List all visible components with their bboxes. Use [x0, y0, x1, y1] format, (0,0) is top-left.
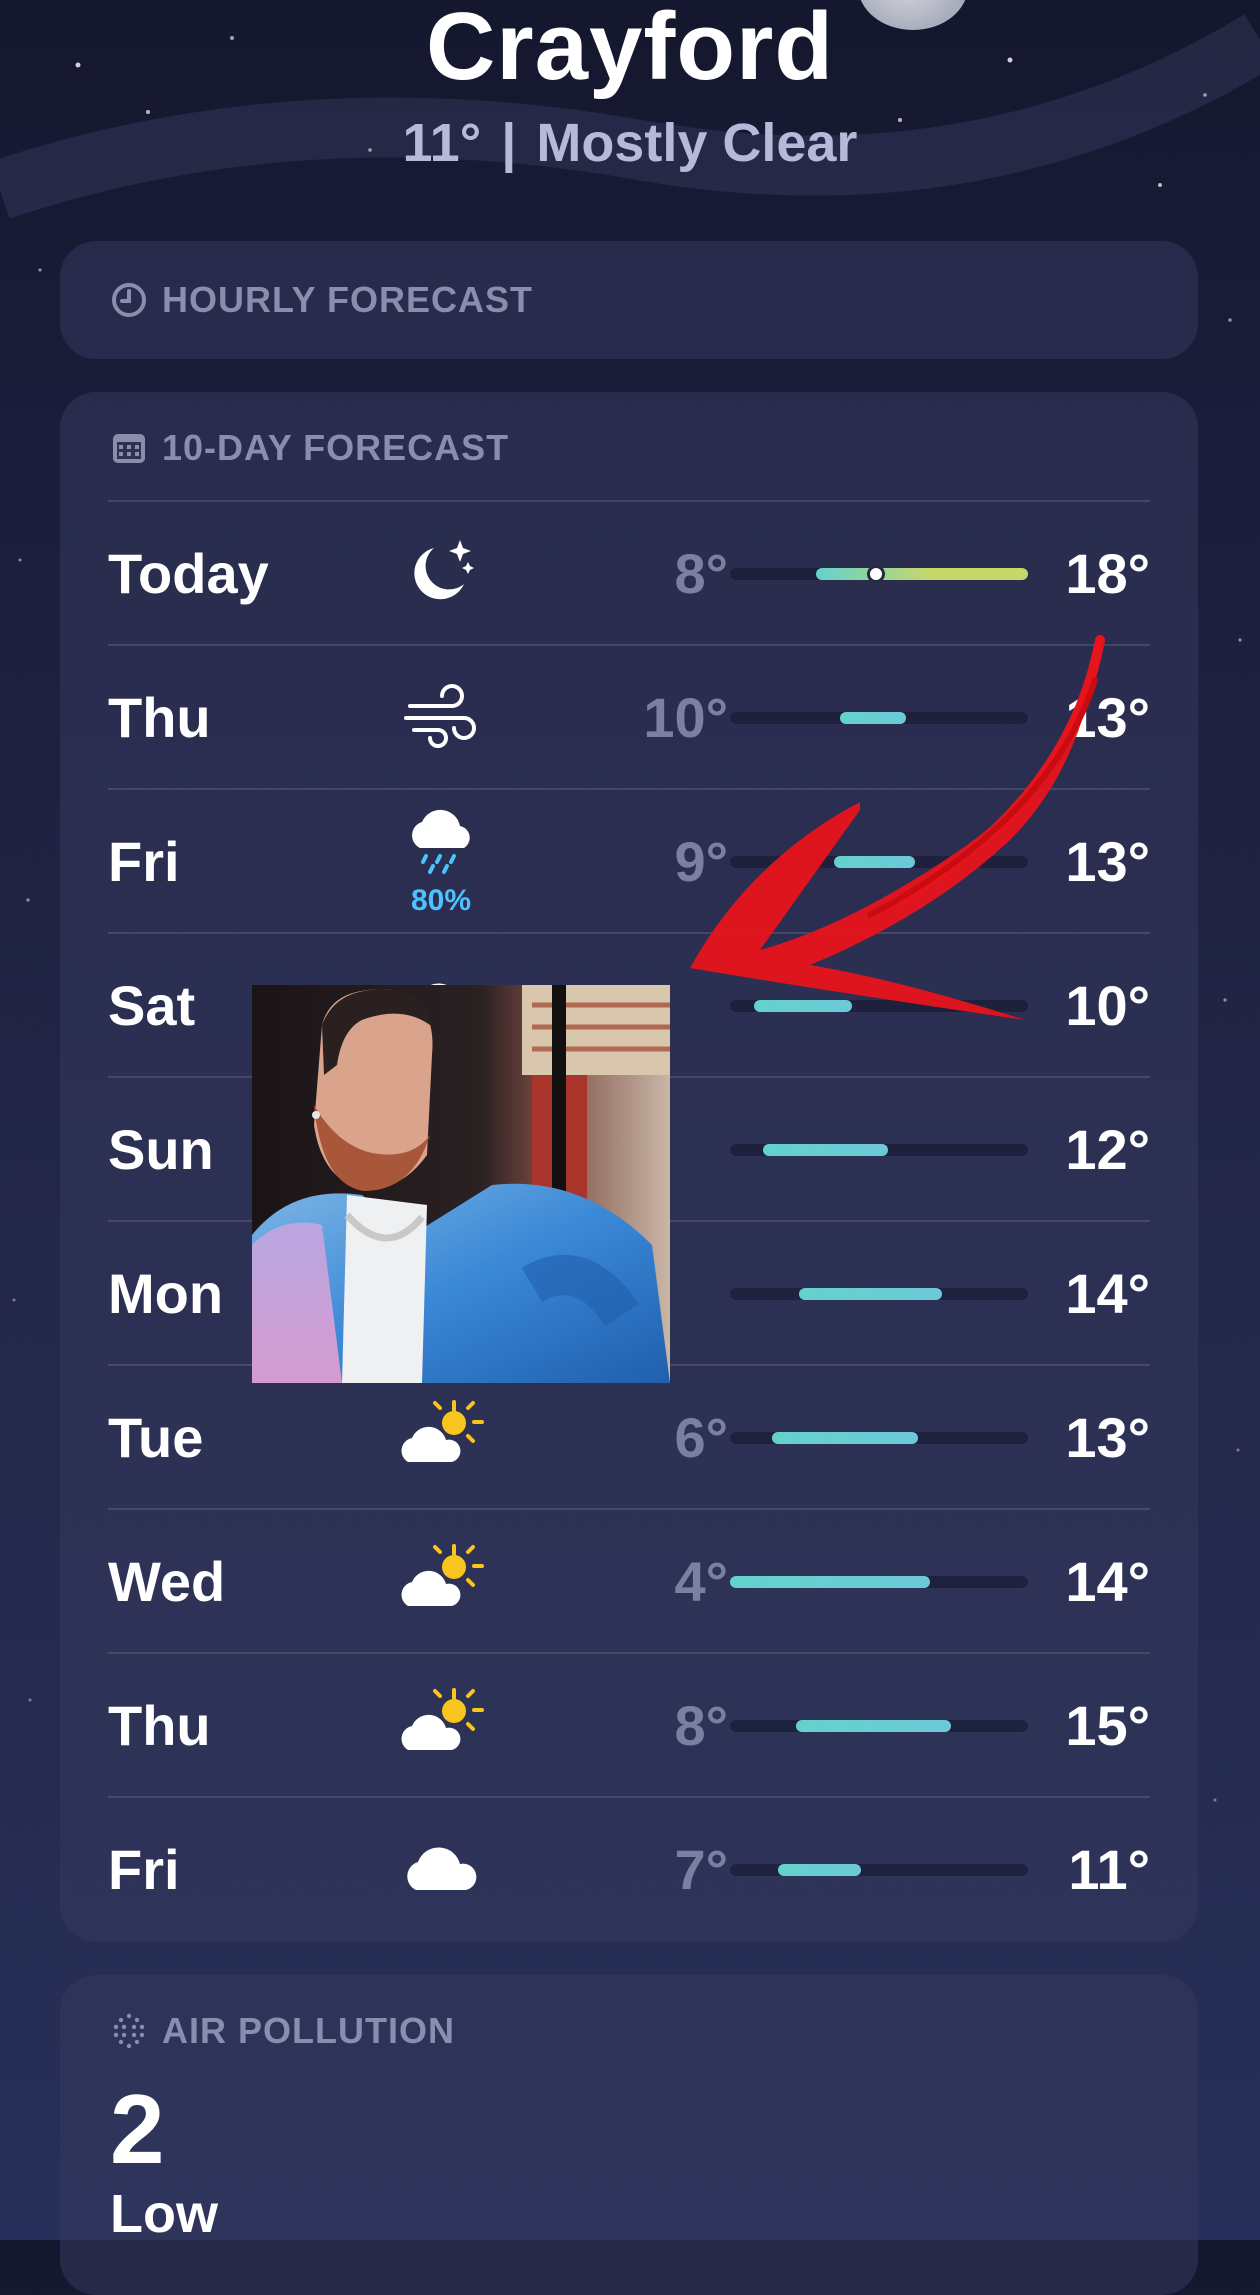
low-temperature: 8° — [674, 542, 728, 605]
low-temperature: 8° — [674, 1694, 728, 1757]
low-temperature: 7° — [674, 1838, 728, 1901]
calendar-icon — [113, 434, 145, 463]
temperature-range-bar — [730, 1144, 1028, 1156]
temperature-range-bar — [730, 712, 1028, 724]
high-temperature: 13° — [1065, 830, 1150, 893]
forecast-day: Today — [108, 542, 269, 605]
partly-sunny-icon — [398, 1684, 484, 1764]
high-temperature: 13° — [1065, 1406, 1150, 1469]
temperature-range-fill — [730, 1576, 930, 1588]
high-temperature: 15° — [1065, 1694, 1150, 1757]
partly-sunny-icon — [398, 1540, 484, 1620]
forecast-row[interactable]: Thu 8° 15° — [108, 1652, 1150, 1798]
forecast-row[interactable]: Thu 10° 13° — [108, 644, 1150, 790]
air-dots-icon — [113, 2013, 145, 2049]
ten-day-forecast-title: 10-DAY FORECAST — [162, 427, 510, 468]
forecast-row[interactable]: Fri 7° 11° — [108, 1796, 1150, 1942]
air-pollution-card[interactable]: AIR POLLUTION 2 Low — [60, 1975, 1198, 2295]
forecast-row[interactable]: Today 8° 18° — [108, 500, 1150, 646]
temperature-range-bar — [730, 1720, 1028, 1732]
low-temperature: 9° — [674, 830, 728, 893]
forecast-row[interactable]: Wed 4° 14° — [108, 1508, 1150, 1654]
temperature-range-fill — [777, 1864, 862, 1876]
air-pollution-title: AIR POLLUTION — [162, 2010, 455, 2051]
temperature-range-fill — [840, 712, 906, 724]
temperature-range-bar — [730, 1864, 1028, 1876]
hourly-forecast-header: HOURLY FORECAST — [110, 241, 533, 359]
precipitation-chance: 80% — [410, 884, 472, 917]
temperature-range-bar — [730, 1000, 1028, 1012]
condition-text: Mostly Clear — [536, 113, 858, 173]
hourly-forecast-card[interactable]: HOURLY FORECAST — [60, 241, 1198, 359]
temperature-range-bar — [730, 856, 1028, 868]
forecast-day: Wed — [108, 1550, 226, 1613]
temperature-range-fill — [798, 1288, 942, 1300]
temperature-range-bar — [730, 1432, 1028, 1444]
hourly-forecast-title: HOURLY FORECAST — [162, 279, 534, 320]
cloud-icon — [398, 1828, 484, 1908]
temperature-range-fill — [762, 1144, 888, 1156]
temperature-range-bar — [730, 1288, 1028, 1300]
high-temperature: 18° — [1065, 542, 1150, 605]
air-quality-level: Low — [110, 2184, 218, 2244]
temperature-range-fill — [771, 1432, 918, 1444]
forecast-day: Fri — [108, 830, 180, 893]
high-temperature: 10° — [1065, 974, 1150, 1037]
high-temperature: 12° — [1065, 1118, 1150, 1181]
temperature-range-bar — [730, 1576, 1028, 1588]
low-temperature: 4° — [674, 1550, 728, 1613]
high-temperature: 14° — [1065, 1262, 1150, 1325]
forecast-row[interactable]: Tue 6° 13° — [108, 1364, 1150, 1510]
cloud-rain-icon — [398, 804, 484, 884]
high-temperature: 11° — [1068, 1838, 1150, 1901]
current-temperature-marker — [867, 565, 886, 583]
temperature-range-fill — [816, 568, 1028, 580]
partly-sunny-icon — [398, 1396, 484, 1476]
temperature-range-fill — [753, 1000, 853, 1012]
forecast-row[interactable]: Fri 80% 9° 13° — [108, 788, 1150, 934]
temperature-range-fill — [795, 1720, 951, 1732]
temperature-range-bar — [730, 565, 1028, 583]
low-temperature: 6° — [674, 1406, 728, 1469]
high-temperature: 14° — [1065, 1550, 1150, 1613]
forecast-day: Fri — [108, 1838, 180, 1901]
air-pollution-header: AIR POLLUTION — [110, 1975, 455, 2087]
air-quality-index: 2 — [110, 2074, 165, 2184]
high-temperature: 13° — [1065, 686, 1150, 749]
wind-icon — [398, 676, 484, 756]
moon-stars-icon — [398, 532, 484, 612]
current-temperature: 11° — [402, 113, 482, 173]
forecast-day: Tue — [108, 1406, 204, 1469]
low-temperature: 10° — [643, 686, 728, 749]
ten-day-forecast-header: 10-DAY FORECAST — [110, 392, 509, 504]
clock-icon — [112, 283, 146, 317]
forecast-day: Sat — [108, 974, 196, 1037]
forecast-day: Mon — [108, 1262, 224, 1325]
forecast-day: Thu — [108, 1694, 211, 1757]
city-name: Crayford — [425, 0, 835, 100]
man-in-blue-puffer-jacket-photo — [252, 985, 670, 1383]
temperature-range-fill — [834, 856, 915, 868]
separator: | — [501, 113, 517, 173]
forecast-day: Thu — [108, 686, 211, 749]
current-conditions: 11° | Mostly Clear — [0, 112, 1260, 174]
forecast-day: Sun — [108, 1118, 214, 1181]
